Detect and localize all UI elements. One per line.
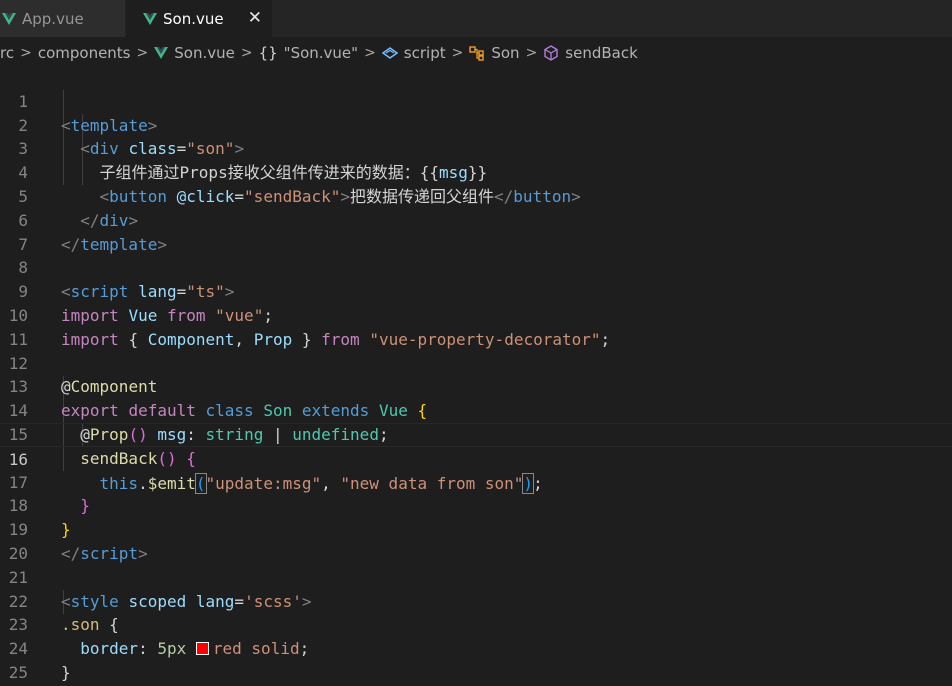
field-icon: [381, 47, 398, 59]
breadcrumb-label: "Son.vue": [283, 44, 359, 62]
code-line: 14 @Prop() msg: string | undefined;: [0, 375, 952, 444]
chevron-right-icon: >: [525, 45, 538, 61]
vue-file-icon: [2, 12, 16, 25]
code-line: 18 }: [0, 471, 952, 539]
code-line: 4 <button @click="sendBack">把数据传递回父组件</b…: [0, 137, 952, 206]
breadcrumb-label: sendBack: [565, 44, 638, 62]
chevron-right-icon: >: [364, 45, 376, 61]
code-line: 21 <style scoped lang='scss'>: [0, 542, 952, 611]
code-line: 20: [0, 518, 952, 563]
braces-icon: {}: [258, 44, 278, 62]
code-line: 17 }: [0, 447, 952, 516]
code-line: 1 <template>: [0, 66, 952, 135]
tab-label: App.vue: [22, 9, 84, 28]
chevron-right-icon: >: [136, 45, 149, 61]
breadcrumb: rc > components > Son.vue > {} "Son.vue"…: [0, 41, 952, 65]
breadcrumb-label: script: [403, 44, 446, 62]
code-line: 13 export default class Son extends Vue …: [0, 352, 952, 420]
breadcrumb-item-module[interactable]: {} "Son.vue": [259, 44, 358, 62]
breadcrumb-item-son-vue[interactable]: Son.vue: [154, 44, 235, 62]
line-number: 25: [8, 662, 28, 682]
tab-label: Son.vue: [163, 9, 224, 28]
chevron-right-icon: >: [240, 45, 253, 61]
close-icon[interactable]: ✕: [248, 8, 262, 28]
breadcrumb-label: Son.vue: [174, 44, 235, 62]
chevron-right-icon: >: [20, 45, 32, 61]
breadcrumb-label: Son: [491, 44, 520, 62]
code-line: 7: [0, 209, 952, 254]
breadcrumb-item-script[interactable]: script: [381, 44, 446, 62]
code-line: 15 sendBack() {: [0, 399, 952, 468]
code-line: 10 import { Component, Prop } from "vue-…: [0, 280, 952, 349]
code-line: 3 子组件通过Props接收父组件传进来的数据：{{msg}}: [0, 114, 952, 182]
code-line: 19 </script>: [0, 494, 952, 563]
breadcrumb-item-sendback[interactable]: sendBack: [543, 44, 638, 62]
code-line: 11: [0, 304, 952, 349]
breadcrumb-item-components[interactable]: components: [38, 44, 131, 62]
method-icon: [544, 45, 558, 61]
tab-son-vue[interactable]: Son.vue ✕: [126, 0, 272, 37]
code-line: 22 .son {: [0, 566, 952, 635]
code-line-current: 16 this.$emit("update:msg", "new data fr…: [0, 423, 952, 494]
code-line: 6 </template>: [0, 185, 952, 254]
tab-app-vue[interactable]: App.vue: [0, 0, 125, 37]
breadcrumb-item-src[interactable]: rc: [0, 44, 14, 62]
code-line: 24 }: [0, 613, 952, 682]
code-line: 5 </div>: [0, 161, 952, 230]
editor-tab-bar: App.vue Son.vue ✕: [0, 0, 952, 37]
code-line: 2 <div class="son">: [0, 90, 952, 159]
chevron-right-icon: >: [451, 45, 464, 61]
breadcrumb-item-son-class[interactable]: Son: [469, 44, 520, 62]
vue-file-icon: [154, 47, 169, 59]
code-line: 12 @Component: [0, 328, 952, 397]
code-editor[interactable]: 1 <template> 2 <div class="son"> 3 子组件通过…: [0, 66, 952, 686]
class-icon: [469, 45, 485, 61]
vue-file-icon: [143, 12, 157, 25]
breadcrumb-label: components: [37, 44, 131, 62]
code-line: 23 border: 5px red solid;: [0, 590, 952, 658]
code-line: 25 </style>: [0, 637, 952, 682]
code-line: 9 import Vue from "vue";: [0, 256, 952, 325]
breadcrumb-label: rc: [0, 44, 15, 62]
code-line: 8 <script lang="ts">: [0, 233, 952, 301]
